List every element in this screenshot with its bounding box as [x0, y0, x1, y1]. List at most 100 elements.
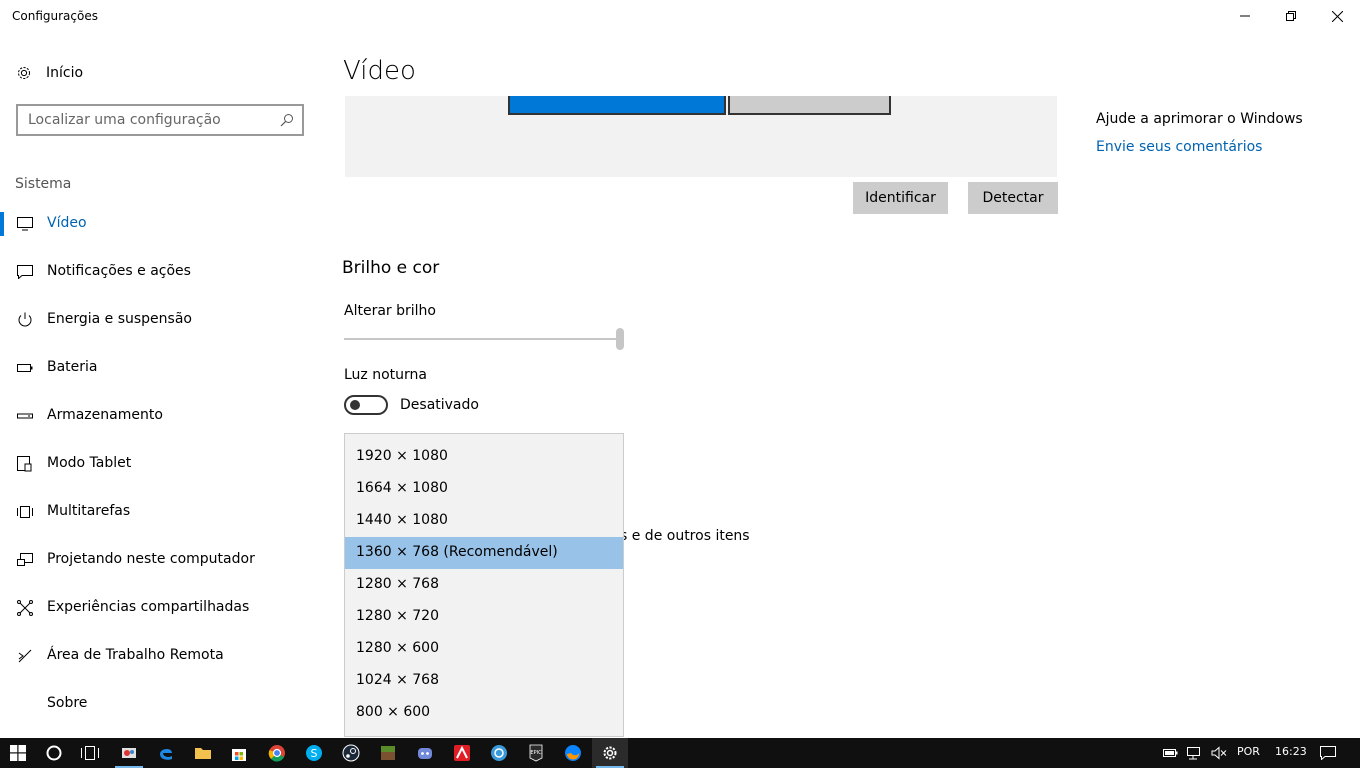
- shared-experiences-icon: [16, 600, 34, 616]
- taskbar-app-settings[interactable]: [592, 738, 628, 768]
- restore-button[interactable]: [1268, 0, 1314, 32]
- gear-icon: [18, 67, 30, 79]
- taskbar-app-edge[interactable]: [148, 738, 184, 768]
- resolution-option[interactable]: 1280 × 720: [345, 601, 623, 633]
- language-indicator[interactable]: POR: [1237, 745, 1260, 758]
- action-center-icon: [1320, 746, 1336, 760]
- volume-muted-icon: [1211, 746, 1227, 760]
- windows-logo-icon: [10, 745, 26, 761]
- sidebar-item-label: Área de Trabalho Remota: [47, 647, 224, 663]
- taskbar-app-store[interactable]: [221, 738, 257, 768]
- taskbar-app-avira[interactable]: [444, 738, 480, 768]
- restore-icon: [1286, 11, 1296, 21]
- epic-games-icon: EPIC: [529, 744, 543, 762]
- info-icon: [16, 696, 34, 712]
- multitask-icon: [16, 504, 34, 520]
- svg-text:EPIC: EPIC: [530, 750, 542, 756]
- resolution-option[interactable]: 800 × 600: [345, 697, 623, 729]
- sidebar-item-video[interactable]: Vídeo: [0, 204, 320, 244]
- projecting-icon: [16, 552, 34, 568]
- resolution-dropdown-list[interactable]: 1920 × 1080 1664 × 1080 1440 × 1080 1360…: [344, 433, 624, 737]
- sidebar-item-label: Projetando neste computador: [47, 551, 255, 567]
- store-icon: [232, 749, 246, 761]
- steam-icon: [342, 744, 360, 762]
- taskbar-app-steam[interactable]: [333, 738, 369, 768]
- resolution-option[interactable]: 1920 × 1080: [345, 441, 623, 473]
- sidebar-item-label: Bateria: [47, 359, 98, 375]
- sidebar-item-shared-experiences[interactable]: Experiências compartilhadas: [0, 588, 320, 628]
- sidebar-item-multitask[interactable]: Multitarefas: [0, 492, 320, 532]
- home-link[interactable]: Início: [16, 62, 83, 84]
- discord-icon: [418, 748, 432, 759]
- sidebar-item-label: Vídeo: [47, 215, 87, 231]
- app-icon: [491, 745, 507, 761]
- battery-plug-icon: [1163, 749, 1178, 757]
- resolution-option[interactable]: 1440 × 1080: [345, 505, 623, 537]
- minimize-button[interactable]: [1222, 0, 1268, 32]
- cortana-icon: [46, 745, 62, 761]
- close-button[interactable]: [1314, 0, 1360, 32]
- brightness-section-title: Brilho e cor: [342, 258, 440, 278]
- sidebar-item-storage[interactable]: Armazenamento: [0, 396, 320, 436]
- taskbar: S EPIC POR 16:23: [0, 738, 1360, 768]
- tray-volume[interactable]: [1204, 738, 1234, 768]
- resolution-option[interactable]: 1024 × 768: [345, 665, 623, 697]
- sidebar-item-label: Notificações e ações: [47, 263, 191, 279]
- minecraft-icon: [381, 746, 395, 760]
- sidebar-item-tablet[interactable]: Modo Tablet: [0, 444, 320, 484]
- brightness-label: Alterar brilho: [344, 303, 436, 319]
- option-label: 1280 × 720: [356, 608, 439, 624]
- night-light-toggle[interactable]: [344, 395, 388, 415]
- minimize-icon: [1240, 15, 1250, 17]
- sidebar-item-power[interactable]: Energia e suspensão: [0, 300, 320, 340]
- identify-button[interactable]: Identificar: [853, 182, 948, 214]
- task-view-icon: [81, 746, 99, 760]
- night-light-label: Luz noturna: [344, 367, 427, 383]
- active-indicator: [0, 212, 4, 236]
- resolution-option[interactable]: 1664 × 1080: [345, 473, 623, 505]
- monitor-2[interactable]: [728, 96, 891, 115]
- network-icon: [1187, 747, 1200, 760]
- taskbar-app-paint[interactable]: [111, 738, 147, 768]
- taskbar-app-minecraft[interactable]: [370, 738, 406, 768]
- taskbar-app-generic[interactable]: [481, 738, 517, 768]
- cortana-button[interactable]: [36, 738, 72, 768]
- toggle-knob: [350, 400, 360, 410]
- skype-icon: S: [306, 745, 322, 761]
- sidebar-item-remote-desktop[interactable]: Área de Trabalho Remota: [0, 636, 320, 676]
- clock[interactable]: 16:23: [1275, 745, 1307, 758]
- sidebar-item-about[interactable]: Sobre: [0, 684, 320, 724]
- sidebar-item-battery[interactable]: Bateria: [0, 348, 320, 388]
- taskbar-app-skype[interactable]: S: [296, 738, 332, 768]
- settings-gear-icon: [603, 746, 617, 760]
- search-icon: [280, 114, 293, 127]
- taskbar-app-discord[interactable]: [407, 738, 443, 768]
- taskbar-app-epic[interactable]: EPIC: [518, 738, 554, 768]
- sidebar-item-projecting[interactable]: Projetando neste computador: [0, 540, 320, 580]
- monitor-1-selected[interactable]: [508, 96, 726, 115]
- group-header-sistema: Sistema: [15, 176, 72, 192]
- resolution-option-selected[interactable]: 1360 × 768 (Recomendável): [345, 537, 623, 569]
- remote-desktop-icon: [16, 648, 34, 664]
- page-title: Vídeo: [343, 56, 416, 86]
- resolution-option[interactable]: 1280 × 600: [345, 633, 623, 665]
- task-view-button[interactable]: [72, 738, 108, 768]
- option-label: 1024 × 768: [356, 672, 439, 688]
- feedback-link[interactable]: Envie seus comentários: [1096, 139, 1262, 155]
- edge-icon: [160, 748, 172, 760]
- tablet-icon: [16, 456, 34, 472]
- search-input[interactable]: [28, 111, 268, 129]
- sidebar: Início Sistema Vídeo Notificações e açõe…: [0, 32, 320, 738]
- detect-button[interactable]: Detectar: [968, 182, 1058, 214]
- brightness-slider-track[interactable]: [344, 338, 620, 340]
- brightness-slider-thumb[interactable]: [616, 328, 624, 350]
- taskbar-app-firefox[interactable]: [555, 738, 591, 768]
- power-icon: [16, 312, 34, 328]
- start-button[interactable]: [0, 738, 36, 768]
- taskbar-app-chrome[interactable]: [259, 738, 295, 768]
- sidebar-item-notifications[interactable]: Notificações e ações: [0, 252, 320, 292]
- resolution-option[interactable]: 1280 × 768: [345, 569, 623, 601]
- action-center-button[interactable]: [1310, 738, 1346, 768]
- search-box[interactable]: [16, 104, 304, 136]
- taskbar-app-explorer[interactable]: [185, 738, 221, 768]
